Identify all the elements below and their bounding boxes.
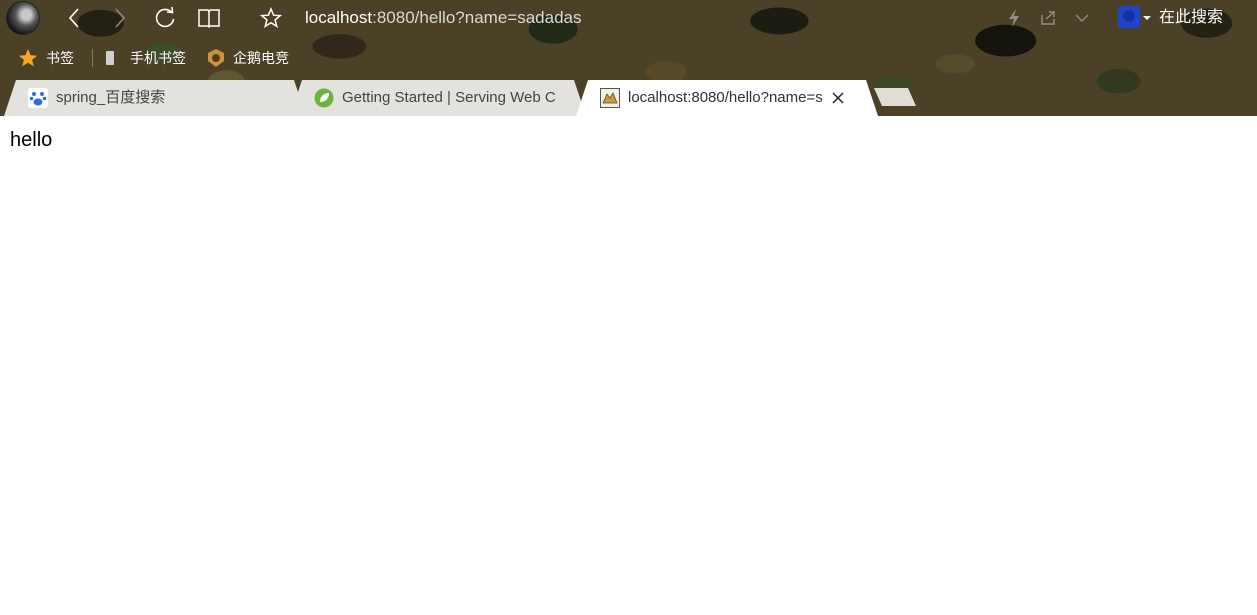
spring-leaf-icon: [314, 88, 334, 108]
back-arrow-icon: [68, 8, 79, 28]
new-tab-button[interactable]: [874, 88, 916, 106]
penguin-esports-icon: [208, 49, 224, 67]
star-outline-icon: [260, 7, 282, 29]
close-icon[interactable]: [831, 91, 845, 105]
forward-button[interactable]: [106, 4, 134, 32]
tab-getting-started[interactable]: Getting Started | Serving Web C: [290, 80, 586, 116]
address-host: localhost: [305, 8, 373, 27]
address-dropdown-button[interactable]: [1068, 4, 1096, 32]
bookmarks-divider: [92, 49, 93, 67]
share-icon: [1041, 11, 1055, 25]
reload-button[interactable]: [151, 4, 179, 32]
bookmark-label: 书签: [46, 50, 74, 66]
tab-localhost-hello[interactable]: localhost:8080/hello?name=s: [576, 80, 878, 116]
bookmark-item-mobile[interactable]: 手机书签: [104, 47, 186, 69]
share-button[interactable]: [1034, 4, 1062, 32]
phone-icon: [106, 51, 114, 65]
chevron-down-icon: [1075, 14, 1089, 22]
tomcat-icon: [600, 88, 620, 108]
tab-title: Getting Started | Serving Web C: [342, 89, 556, 106]
reload-icon: [155, 6, 175, 28]
baidu-paw-icon: [28, 88, 48, 108]
speed-mode-button[interactable]: [1000, 4, 1028, 32]
tab-title: spring_百度搜索: [56, 89, 166, 106]
address-path: :8080/hello?name=sadadas: [372, 8, 582, 27]
address-bar[interactable]: localhost:8080/hello?name=sadadas: [305, 7, 581, 29]
forward-arrow-icon: [115, 8, 126, 28]
bookmark-item-penguin-esports[interactable]: 企鹅电竞: [206, 47, 289, 69]
bookmark-item-bookmarks[interactable]: 书签: [18, 47, 74, 69]
book-icon: [198, 9, 220, 29]
search-box[interactable]: 在此搜索: [1159, 8, 1223, 28]
star-icon: [18, 49, 38, 67]
lightning-icon: [1009, 9, 1019, 27]
tab-title: localhost:8080/hello?name=s: [628, 89, 823, 106]
page-content: hello: [0, 116, 1257, 615]
bookmarks-bar: 书签 手机书签 企鹅电竞: [0, 44, 1257, 72]
search-engine-icon[interactable]: [1118, 6, 1140, 28]
bookmark-label: 手机书签: [130, 50, 186, 66]
caret-down-icon[interactable]: [1143, 16, 1151, 20]
bookmark-label: 企鹅电竞: [233, 50, 289, 66]
page-body-text: hello: [10, 129, 53, 151]
reading-mode-button[interactable]: [195, 4, 223, 32]
bookmark-star-button[interactable]: [257, 4, 285, 32]
back-button[interactable]: [60, 4, 88, 32]
browser-chrome: localhost:8080/hello?name=sadadas 在此搜索 书…: [0, 0, 1257, 116]
tab-strip: spring_百度搜索 Getting Started | Serving We…: [0, 80, 1257, 116]
user-avatar[interactable]: [6, 1, 40, 35]
browser-toolbar: localhost:8080/hello?name=sadadas 在此搜索: [0, 0, 1257, 36]
tab-baidu-search[interactable]: spring_百度搜索: [4, 80, 306, 116]
